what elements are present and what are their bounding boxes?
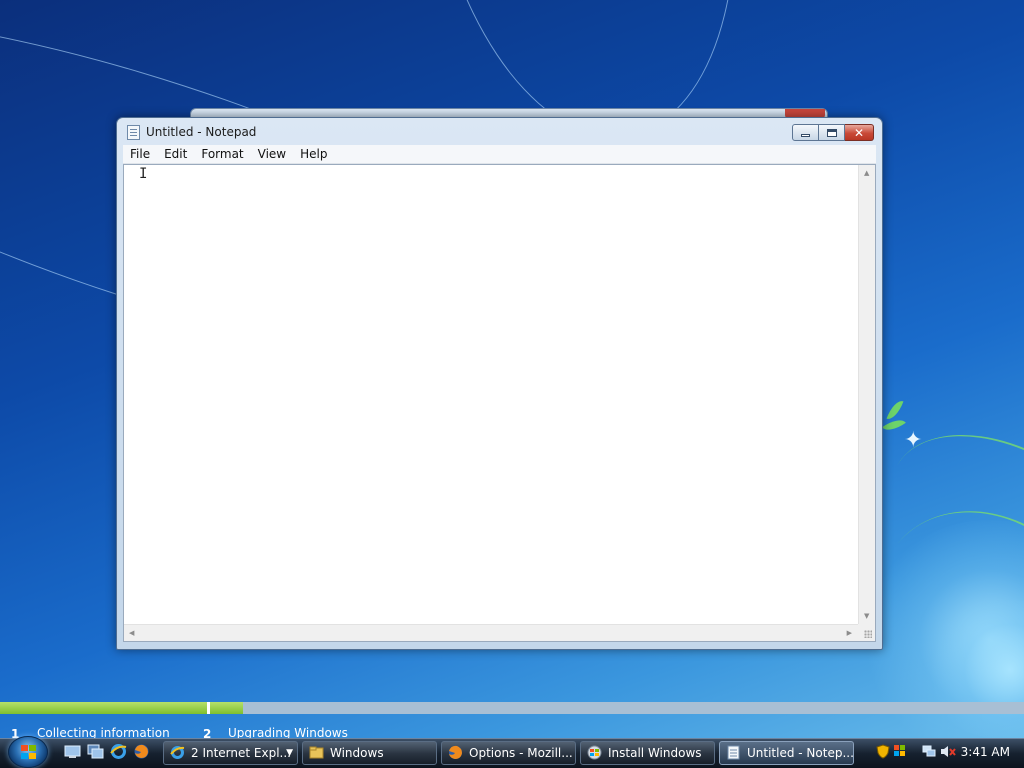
taskbar-button-label: Untitled - Notep... — [747, 746, 854, 760]
clock[interactable]: 3:41 AM — [961, 745, 1010, 759]
menu-edit[interactable]: Edit — [157, 145, 194, 164]
menu-help[interactable]: Help — [293, 145, 334, 164]
close-button[interactable]: ✕ — [845, 124, 874, 141]
firefox-icon — [448, 745, 463, 760]
internet-explorer-icon[interactable] — [110, 743, 127, 760]
scroll-left-icon[interactable]: ◀ — [129, 630, 134, 637]
menu-view[interactable]: View — [251, 145, 293, 164]
show-desktop-icon[interactable] — [64, 743, 81, 760]
security-shield-icon[interactable] — [876, 744, 890, 759]
text-editor[interactable]: I — [124, 165, 858, 624]
taskbar-button-notepad[interactable]: Untitled - Notep... — [719, 741, 854, 765]
network-icon[interactable] — [922, 744, 936, 759]
step1-progress-fill — [0, 702, 207, 714]
taskbar-button-label: Install Windows — [608, 746, 702, 760]
windows-setup-icon — [587, 745, 602, 760]
taskbar-button-label: Windows — [330, 746, 384, 760]
horizontal-scrollbar[interactable]: ◀ ▶ — [124, 624, 858, 641]
wallpaper-leaf — [886, 397, 904, 423]
text-cursor-icon: I — [139, 166, 148, 182]
scroll-up-icon[interactable]: ▲ — [864, 170, 869, 177]
notification-area: 3:41 AM — [870, 739, 1024, 768]
volume-muted-icon[interactable] — [940, 744, 956, 759]
window-title: Untitled - Notepad — [146, 125, 257, 139]
resize-grip-icon[interactable] — [858, 624, 875, 641]
wallpaper-bird-icon: ✦ — [904, 428, 923, 453]
step2-progress-track — [210, 702, 1024, 714]
action-center-icon[interactable] — [893, 744, 907, 759]
taskbar-button-firefox-options[interactable]: Options - Mozill... — [441, 741, 576, 765]
scroll-right-icon[interactable]: ▶ — [847, 630, 852, 637]
editor-area: I ▲ ▼ ◀ ▶ — [123, 164, 876, 642]
notepad-icon — [127, 125, 140, 140]
folder-icon — [309, 745, 324, 760]
minimize-icon — [801, 134, 810, 137]
scroll-down-icon[interactable]: ▼ — [864, 613, 869, 620]
caption-buttons: ✕ — [792, 124, 874, 141]
vertical-scrollbar[interactable]: ▲ ▼ — [858, 165, 875, 624]
step2-progress-fill — [210, 702, 243, 714]
taskbar-button-windows-folder[interactable]: Windows — [302, 741, 437, 765]
menu-bar: File Edit Format View Help — [123, 145, 876, 164]
title-bar[interactable]: Untitled - Notepad ✕ — [117, 118, 882, 144]
internet-explorer-icon — [170, 745, 185, 760]
menu-format[interactable]: Format — [194, 145, 250, 164]
menu-file[interactable]: File — [123, 145, 157, 164]
taskbar-button-label: Options - Mozill... — [469, 746, 573, 760]
start-button[interactable] — [8, 736, 48, 768]
switch-windows-icon[interactable] — [87, 743, 104, 760]
firefox-icon[interactable] — [133, 743, 150, 760]
maximize-button[interactable] — [819, 124, 845, 141]
maximize-icon — [826, 128, 837, 137]
close-icon: ✕ — [853, 125, 865, 140]
notepad-icon — [726, 745, 741, 760]
windows-logo-icon — [21, 745, 37, 760]
taskbar-button-internet-explorer[interactable]: 2 Internet Expl... ▼ — [163, 741, 298, 765]
notepad-window: Untitled - Notepad ✕ File Edit Format Vi… — [116, 117, 883, 650]
taskbar-button-label: 2 Internet Expl... — [191, 746, 291, 760]
minimize-button[interactable] — [792, 124, 819, 141]
chevron-down-icon: ▼ — [286, 748, 293, 758]
setup-progress-bar — [0, 702, 1024, 714]
taskbar-button-install-windows[interactable]: Install Windows — [580, 741, 715, 765]
